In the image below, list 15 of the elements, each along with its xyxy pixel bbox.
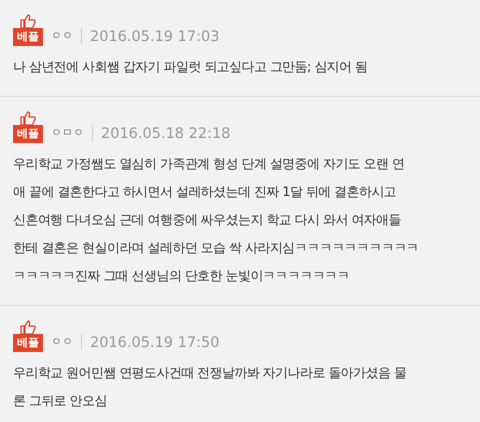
thumbs-up-icon: [20, 320, 36, 334]
thumbs-up-icon: [20, 111, 36, 126]
best-reply-badge: 베플: [13, 334, 43, 352]
author-name: ㅇㅇ: [51, 334, 73, 350]
best-reply-badge: 베플: [13, 28, 43, 46]
author-name: ㅇㅇ: [51, 28, 73, 44]
comment-text: 우리학교 가정쌤도 열심히 가족관계 형성 단계 설명중에 자기도 오랜 연 애 끝에 결혼한다고 하시면서 설레하셨는데 진짜 1달 뒤에 결혼하시고 신혼여행 다녀오심 근데 여행중에 싸우셨는지 학교 다시 와서 여자애들 한테 결혼은 현실이라며 설레하던 모습 싹 사라지심ㅋㅋㅋㅋㅋㅋㅋㅋㅋㅋ ㅋㅋㅋㅋㅋ진짜 그때 선생님의 단호한 눈빛이ㅋㅋㅋㅋㅋㅋㅋ: [13, 156, 420, 286]
author-name: ㅇㅁㅇ: [51, 125, 84, 142]
best-reply-badge: 베플: [13, 125, 43, 144]
thumbs-up-icon: [20, 14, 36, 28]
comment-date: 2016.05.19 17:50: [90, 335, 220, 352]
comment-text: 우리학교 원어민쌤 연평도사건때 전쟁날까봐 자기나라로 돌아가셨음 물 론 그뒤로 안오심: [13, 365, 408, 412]
comment-text: 나 삼년전에 사회쌤 갑자기 파일럿 되고싶다고 그만둠; 심지어 됨: [13, 59, 368, 78]
comment-date: 2016.05.18 22:18: [101, 126, 230, 144]
comment-date: 2016.05.19 17:03: [90, 29, 220, 46]
